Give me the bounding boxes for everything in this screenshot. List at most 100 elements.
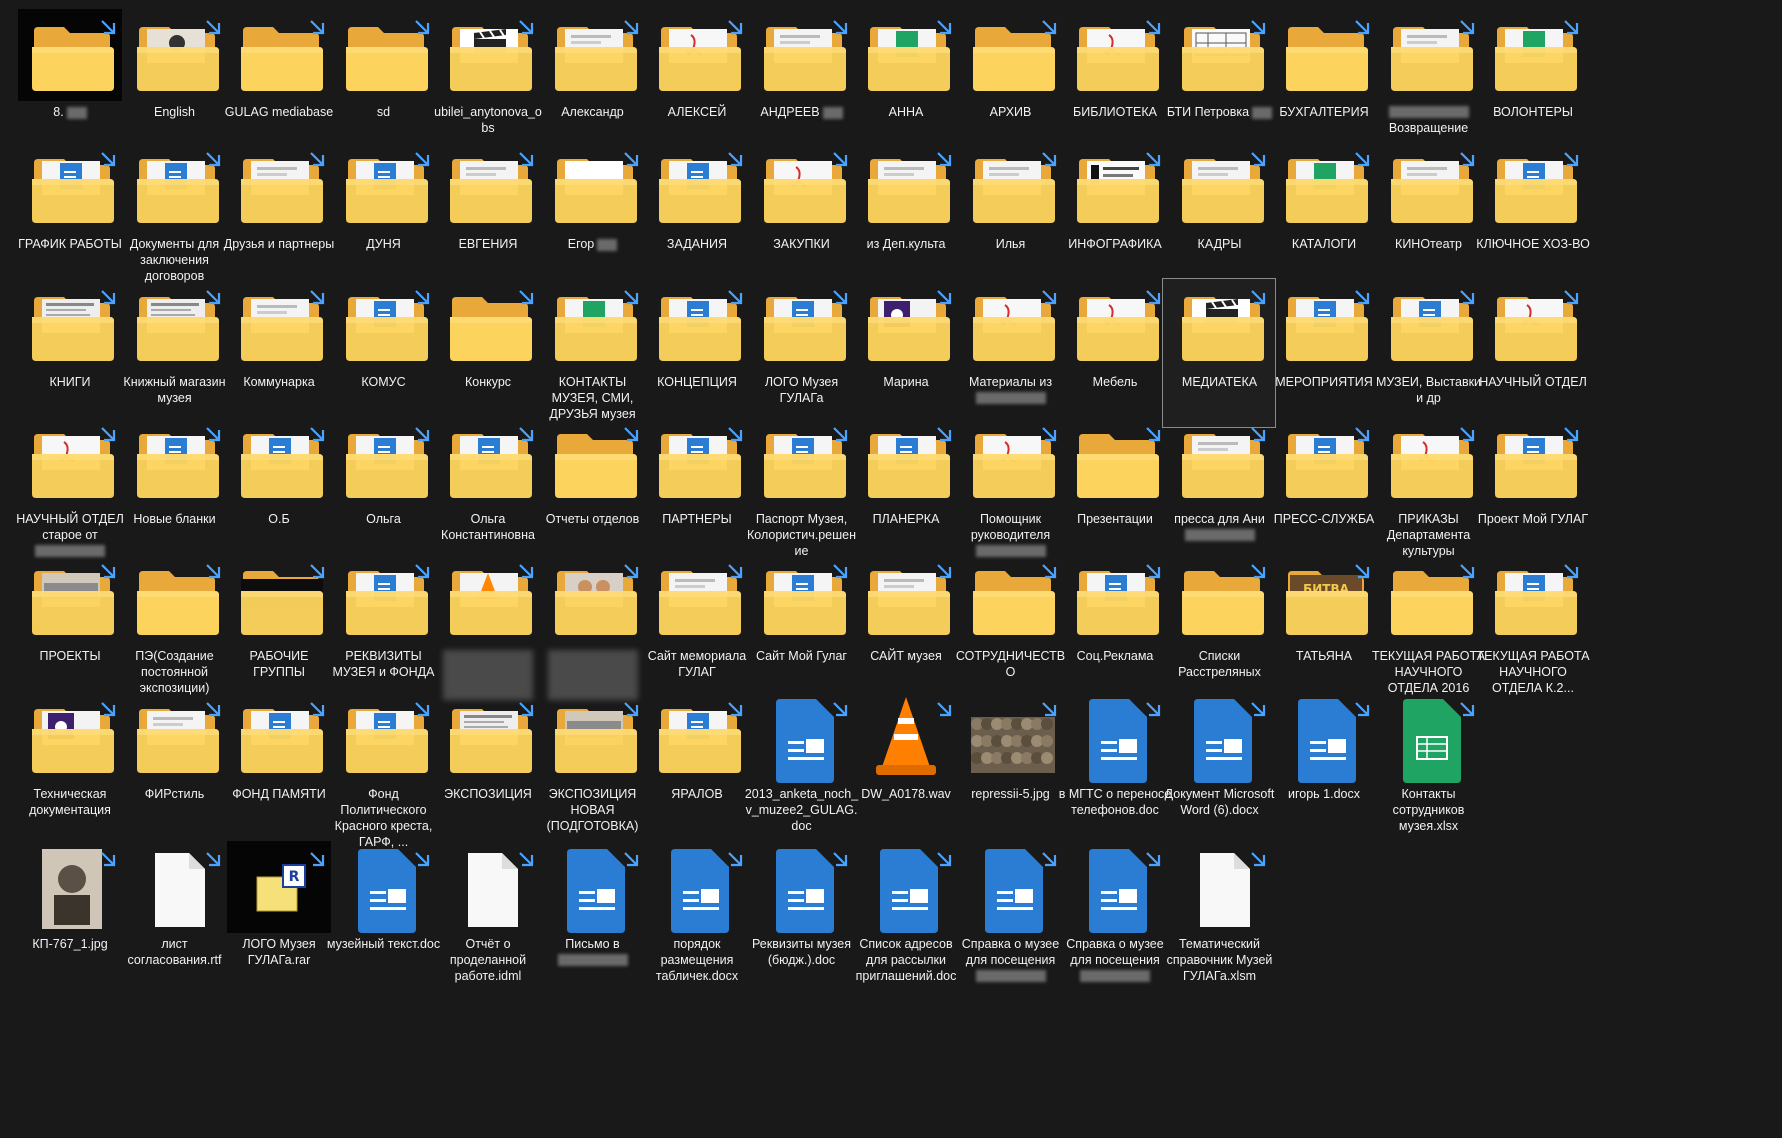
file-item[interactable]: Техническая документация (12, 690, 126, 840)
file-item[interactable]: Тематический справочник Музей ГУЛАГа.xls… (1162, 840, 1276, 990)
file-item[interactable]: 8. (12, 8, 126, 158)
file-item[interactable]: Отчеты отделов (535, 415, 649, 565)
file-item[interactable]: Коммунарка (221, 278, 335, 428)
file-item[interactable]: БТИ Петровка (1162, 8, 1276, 158)
file-item[interactable]: ПРОЕКТЫ (12, 552, 126, 702)
file-item[interactable]: СОТРУДНИЧЕСТВО (953, 552, 1067, 702)
file-item[interactable]: Материалы из (953, 278, 1067, 428)
file-item[interactable]: лист согласования.rtf (117, 840, 231, 990)
file-item[interactable]: Сайт Мой Гулаг (744, 552, 858, 702)
file-item[interactable]: Возвращение (1371, 8, 1485, 158)
file-item[interactable]: ТЕКУЩАЯ РАБОТА НАУЧНОГО ОТДЕЛА К.2... (1475, 552, 1590, 702)
file-item[interactable]: КОНЦЕПЦИЯ (639, 278, 753, 428)
file-item[interactable]: Документ Microsoft Word (6).docx (1162, 690, 1276, 840)
file-item[interactable]: РАБОЧИЕ ГРУППЫ (221, 552, 335, 702)
file-item[interactable]: БИБЛИОТЕКА (1057, 8, 1171, 158)
file-item[interactable]: в МГТС о переносе телефонов.doc (1057, 690, 1171, 840)
file-item[interactable]: Справка о музее для посещения (1057, 840, 1171, 990)
file-item[interactable]: Списки Расстреляных (1162, 552, 1276, 702)
file-item[interactable]: ПРИКАЗЫ Департамента культуры (1371, 415, 1485, 565)
file-item[interactable]: Марина (848, 278, 962, 428)
file-item[interactable]: БУХГАЛТЕРИЯ (1266, 8, 1380, 158)
file-item[interactable]: Егор (535, 140, 649, 290)
file-item[interactable]: КОМУС (326, 278, 440, 428)
file-item[interactable]: ЭКСПОЗИЦИЯ НОВАЯ (ПОДГОТОВКА) (535, 690, 649, 840)
file-item[interactable]: КОНТАКТЫ МУЗЕЯ, СМИ, ДРУЗЬЯ музея (535, 278, 649, 428)
file-item[interactable]: Соц.Реклама (1057, 552, 1171, 702)
file-item[interactable]: КИНОтеатр (1371, 140, 1485, 290)
file-item[interactable]: ФОНД ПАМЯТИ (221, 690, 335, 840)
file-item[interactable]: ИНФОГРАФИКА (1057, 140, 1171, 290)
file-item[interactable]: Документы для заключения договоров (117, 140, 231, 290)
file-item[interactable]: ПРЕСС-СЛУЖБА (1266, 415, 1380, 565)
file-item[interactable]: English (117, 8, 231, 158)
file-item[interactable]: Презентации (1057, 415, 1171, 565)
file-item[interactable]: ПЛАНЕРКА (848, 415, 962, 565)
file-item[interactable]: Илья (953, 140, 1067, 290)
file-item[interactable]: Конкурс (430, 278, 544, 428)
file-item[interactable]: Письмо в (535, 840, 649, 990)
file-item[interactable]: КНИГИ (12, 278, 126, 428)
file-item[interactable]: ФИРстиль (117, 690, 231, 840)
file-item[interactable]: игорь 1.docx (1266, 690, 1380, 840)
file-item[interactable]: sd (326, 8, 440, 158)
file-item[interactable]: Справка о музее для посещения (953, 840, 1067, 990)
file-item[interactable]: Реквизиты музея (бюдж.).doc (744, 840, 858, 990)
file-item[interactable]: ДУНЯ (326, 140, 440, 290)
file-item[interactable]: R ЛОГО Музея ГУЛАГа.rar (221, 840, 335, 990)
file-item[interactable]: ЛОГО Музея ГУЛАГа (744, 278, 858, 428)
file-item[interactable]: ЭКСПОЗИЦИЯ (430, 690, 544, 840)
file-item[interactable]: ЕВГЕНИЯ (430, 140, 544, 290)
file-item[interactable]: ПАРТНЕРЫ (639, 415, 753, 565)
file-item[interactable]: Фонд Политического Красного креста, ГАРФ… (326, 690, 440, 849)
file-item[interactable]: О.Б (221, 415, 335, 565)
file-item[interactable]: Новые бланки (117, 415, 231, 565)
file-item[interactable]: ubilei_anytonova_obs (430, 8, 544, 158)
file-item[interactable]: КАДРЫ (1162, 140, 1276, 290)
file-item[interactable]: МЕРОПРИЯТИЯ (1266, 278, 1380, 428)
file-item[interactable]: Помощник руководителя (953, 415, 1067, 565)
file-item[interactable]: 2013_anketa_noch_v_muzee2_GULAG.doc (744, 690, 858, 840)
file-item[interactable]: из Деп.культа (848, 140, 962, 290)
file-item[interactable]: МУЗЕИ, Выставки и др (1371, 278, 1485, 428)
file-item[interactable]: РЕКВИЗИТЫ МУЗЕЯ и ФОНДА (326, 552, 440, 702)
file-item[interactable]: порядок размещения табличек.docx (639, 840, 753, 990)
file-item[interactable]: НАУЧНЫЙ ОТДЕЛ старое от (12, 415, 126, 565)
file-item[interactable]: DW_A0178.wav (848, 690, 962, 840)
file-item[interactable]: КП-767_1.jpg (12, 840, 126, 990)
file-item[interactable]: ВОЛОНТЕРЫ (1475, 8, 1589, 158)
file-item[interactable]: САЙТ музея (848, 552, 962, 702)
file-item[interactable]: repressii-5.jpg (953, 690, 1067, 840)
file-item[interactable]: Александр (535, 8, 649, 158)
file-item[interactable]: ТЕКУЩАЯ РАБОТА НАУЧНОГО ОТДЕЛА 2016 (1371, 552, 1485, 702)
file-item[interactable]: АРХИВ (953, 8, 1067, 158)
file-item[interactable] (430, 552, 544, 702)
file-item[interactable]: МЕДИАТЕКА (1161, 278, 1276, 428)
file-item[interactable]: Ольга Константиновна (430, 415, 544, 565)
file-item[interactable]: Контакты сотрудников музея.xlsx (1371, 690, 1485, 840)
file-item[interactable]: ЗАДАНИЯ (639, 140, 753, 290)
file-item[interactable]: Отчёт о проделанной работе.idml (430, 840, 544, 990)
file-item[interactable]: GULAG mediabase (221, 8, 335, 158)
file-item[interactable]: ЯРАЛОВ (639, 690, 753, 840)
file-item[interactable]: Список адресов для рассылки приглашений.… (848, 840, 962, 990)
file-item[interactable]: АННА (848, 8, 962, 158)
file-item[interactable]: АНДРЕЕВ (744, 8, 858, 158)
file-item[interactable]: ЗАКУПКИ (744, 140, 858, 290)
file-item[interactable]: ПЭ(Создание постоянной экспозиции) (117, 552, 231, 702)
file-item[interactable]: Сайт мемориала ГУЛАГ (639, 552, 753, 702)
file-item[interactable]: АЛЕКСЕЙ (639, 8, 753, 158)
file-item[interactable]: Мебель (1057, 278, 1171, 428)
file-item[interactable]: ГРАФИК РАБОТЫ (12, 140, 126, 290)
file-item[interactable]: музейный текст.doc (326, 840, 440, 990)
file-item[interactable]: НАУЧНЫЙ ОТДЕЛ (1475, 278, 1589, 428)
file-item[interactable]: Ольга (326, 415, 440, 565)
file-item[interactable]: КЛЮЧНОЕ ХОЗ-ВО (1475, 140, 1590, 290)
file-item[interactable]: Друзья и партнеры (221, 140, 335, 290)
file-item[interactable] (535, 552, 649, 702)
file-item[interactable]: КАТАЛОГИ (1266, 140, 1380, 290)
file-item[interactable]: Проект Мой ГУЛАГ (1475, 415, 1589, 565)
file-item[interactable]: пресса для Ани (1162, 415, 1276, 565)
file-item[interactable]: БИТВА ТАТЬЯНА (1266, 552, 1380, 702)
file-item[interactable]: Паспорт Музея, Колористич.решение (744, 415, 858, 565)
